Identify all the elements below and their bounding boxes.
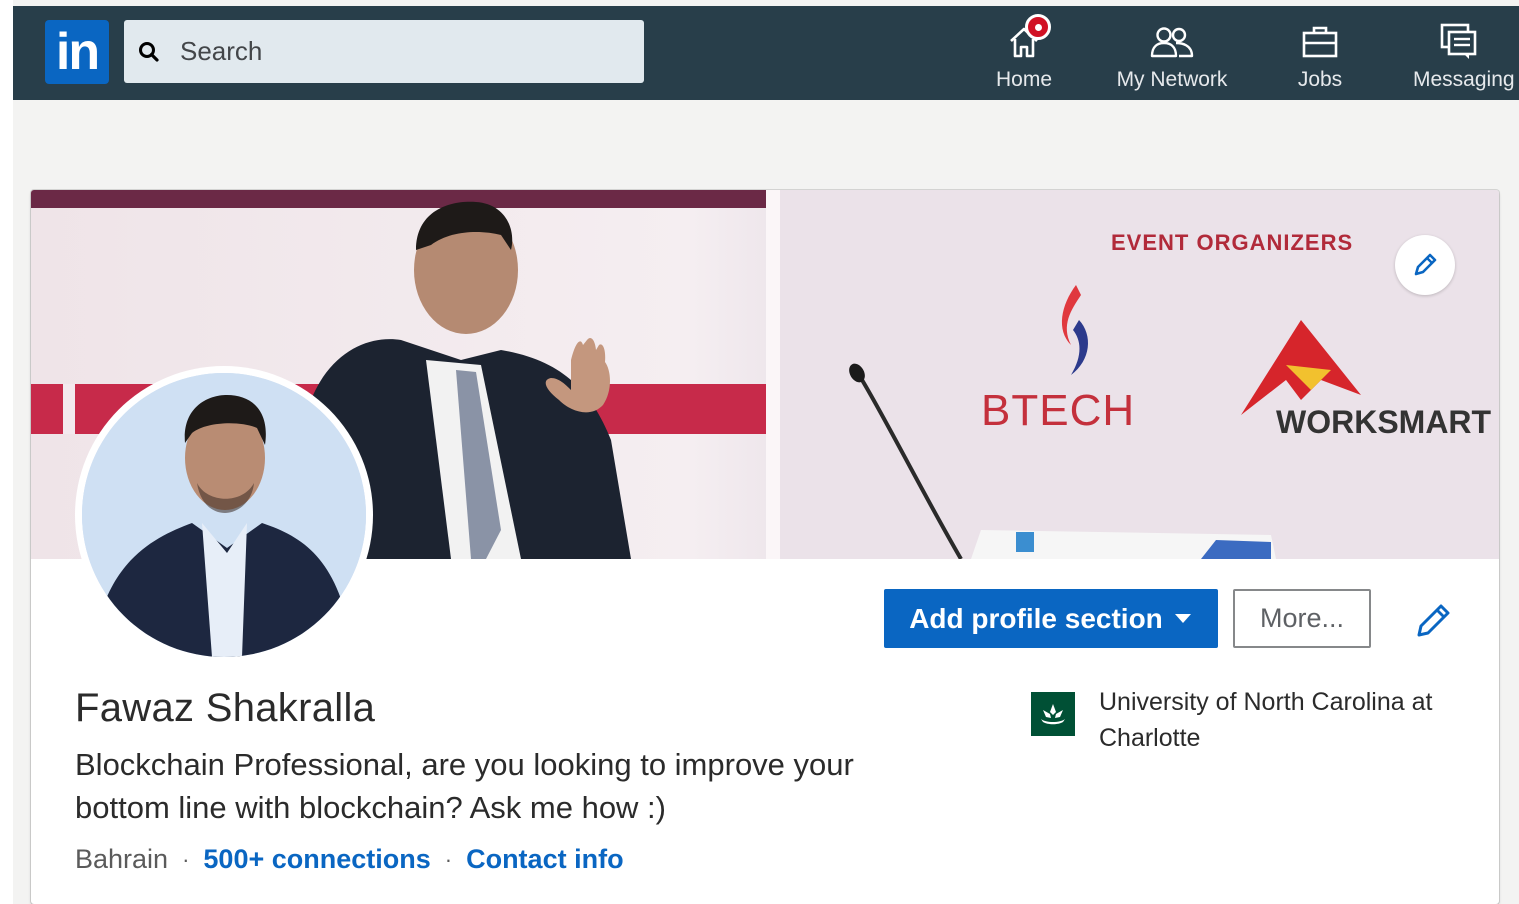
banner-btech: BTECH [981, 386, 1136, 435]
notification-badge [1025, 14, 1051, 40]
nav-my-network-label: My Network [1116, 68, 1228, 91]
nav-messaging[interactable]: Messaging [1413, 18, 1519, 98]
briefcase-icon [1300, 18, 1340, 60]
connections-link[interactable]: 500+ connections [203, 844, 430, 875]
top-nav-bar: in Home My Network [13, 6, 1519, 100]
nav-jobs-label: Jobs [1297, 68, 1343, 91]
messaging-icon [1439, 18, 1479, 60]
education-entry[interactable]: University of North Carolina at Charlott… [1031, 684, 1449, 756]
nav-my-network[interactable]: My Network [1111, 18, 1233, 98]
university-logo-icon [1031, 692, 1075, 736]
profile-card: EVENT ORGANIZERS BTECH WORKSMART Add pro… [31, 190, 1499, 904]
banner-event-organizers: EVENT ORGANIZERS [1111, 230, 1354, 255]
search-input[interactable] [178, 35, 622, 68]
profile-name: Fawaz Shakralla [75, 686, 376, 730]
add-profile-section-button[interactable]: Add profile section [884, 589, 1218, 648]
nav-messaging-label: Messaging [1413, 68, 1515, 91]
profile-headline: Blockchain Professional, are you looking… [75, 747, 854, 825]
edit-banner-button[interactable] [1395, 235, 1455, 295]
profile-meta: Bahrain · 500+ connections · Contact inf… [75, 844, 624, 875]
banner-worksmart: WORKSMART [1276, 404, 1492, 440]
edit-intro-button[interactable] [1411, 597, 1455, 641]
more-button[interactable]: More... [1233, 589, 1371, 648]
profile-avatar[interactable] [75, 366, 373, 664]
pencil-icon [1414, 253, 1437, 276]
add-profile-section-label: Add profile section [909, 602, 1163, 634]
nav-home[interactable]: Home [993, 14, 1055, 98]
profile-location: Bahrain [75, 844, 169, 874]
university-name: University of North Carolina at Charlott… [1099, 688, 1433, 752]
separator-dot: · [444, 846, 453, 872]
profile-photo [82, 373, 366, 657]
search-icon [138, 40, 162, 64]
caret-down-icon [1174, 613, 1191, 623]
linkedin-logo[interactable]: in [45, 20, 109, 84]
search-box[interactable] [124, 20, 644, 83]
home-icon [1007, 14, 1051, 60]
separator-dot: · [182, 846, 190, 872]
pencil-icon [1417, 604, 1450, 637]
contact-info-link[interactable]: Contact info [466, 844, 623, 875]
people-icon [1149, 18, 1195, 60]
nav-home-label: Home [995, 68, 1053, 91]
nav-jobs[interactable]: Jobs [1293, 18, 1347, 98]
